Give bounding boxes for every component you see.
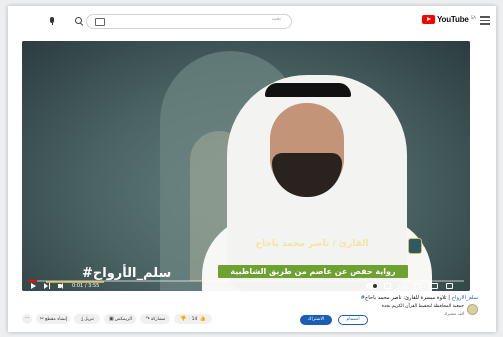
- masthead: بحث YouTube SA: [8, 6, 496, 36]
- clip-button[interactable]: ✂إنشاء مقطع: [36, 314, 70, 324]
- search-placeholder: بحث: [271, 16, 281, 22]
- join-button[interactable]: انضمام: [338, 315, 368, 325]
- subscriber-count: ألف مشترك: [443, 311, 464, 316]
- menu-icon[interactable]: [480, 16, 490, 25]
- channel-name[interactable]: جمعية المحافظة لتحفيظ القرآن الكريم بجدة: [382, 304, 464, 309]
- like-icon[interactable]: 👍: [200, 316, 206, 322]
- settings-icon[interactable]: [399, 282, 406, 289]
- download-icon: ⤓: [81, 316, 84, 322]
- autoplay-toggle-icon[interactable]: [366, 283, 378, 289]
- title-text: | تلاوة ميسرة للقارئ: ناصر محمد باحاج: [364, 295, 452, 301]
- keyboard-icon[interactable]: [95, 18, 105, 26]
- share-button[interactable]: ↷مشاركة: [140, 314, 170, 324]
- video-title: #سلم_الأرواح | تلاوة ميسرة للقارئ: ناصر …: [58, 295, 478, 301]
- society-logo-icon: [408, 238, 422, 254]
- next-icon[interactable]: [44, 282, 52, 290]
- remix-button[interactable]: ▣الريمكس: [104, 314, 136, 324]
- browser-page: بحث YouTube SA #سلم_الأرواح القارئ / ناص…: [8, 6, 496, 332]
- timecode: 0:01 / 3:55: [72, 283, 100, 289]
- volume-icon[interactable]: [58, 282, 66, 290]
- play-icon[interactable]: [30, 282, 38, 290]
- channel-avatar[interactable]: [467, 304, 478, 315]
- search-input[interactable]: بحث: [86, 14, 292, 29]
- player-controls: 0:01 / 3:55: [22, 282, 470, 291]
- like-count: 14: [191, 317, 198, 322]
- scissors-icon: ✂: [39, 316, 44, 322]
- video-player[interactable]: #سلم_الأرواح القارئ / ناصر محمد باحاج رو…: [22, 41, 470, 291]
- share-icon: ↷: [145, 316, 150, 322]
- remix-icon: ▣: [109, 316, 114, 322]
- theater-mode-icon[interactable]: [429, 283, 438, 289]
- subscribe-button[interactable]: الاشتراك: [300, 315, 332, 325]
- reciter-caption: القارئ / ناصر محمد باحاج: [255, 239, 369, 249]
- logo-region: SA: [470, 14, 476, 20]
- youtube-logo[interactable]: YouTube SA: [422, 15, 476, 24]
- download-button[interactable]: ⤓تنزيل: [74, 314, 100, 324]
- channel-watermark: #سلم_الأرواح: [82, 266, 172, 281]
- miniplayer-icon[interactable]: [414, 283, 421, 289]
- search-button[interactable]: [72, 14, 86, 29]
- microphone-icon[interactable]: [50, 17, 54, 25]
- logo-text: YouTube: [437, 15, 469, 24]
- more-button[interactable]: ···: [22, 314, 32, 324]
- youtube-play-icon: [422, 15, 435, 24]
- like-dislike-group: 👎 | 14 👍: [174, 314, 212, 324]
- dislike-icon[interactable]: 👎: [180, 316, 186, 322]
- riwaya-caption-bar: رواية حفص عن عاصم من طريق الشاطبية: [218, 265, 408, 278]
- riwaya-caption: رواية حفص عن عاصم من طريق الشاطبية: [230, 267, 396, 276]
- subtitles-icon[interactable]: [384, 283, 391, 289]
- fullscreen-icon[interactable]: [446, 283, 453, 289]
